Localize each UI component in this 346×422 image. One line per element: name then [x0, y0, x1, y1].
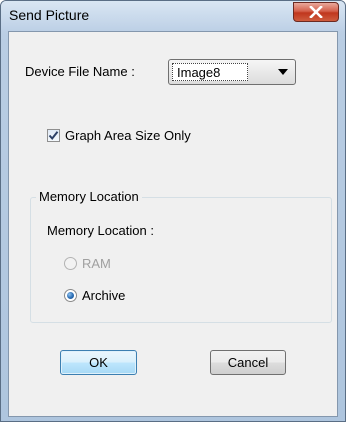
cancel-button-label: Cancel	[227, 355, 269, 370]
memory-location-group-title: Memory Location	[36, 189, 142, 204]
send-picture-dialog: Send Picture Device File Name : Image8 G…	[0, 0, 346, 422]
cancel-button[interactable]: Cancel	[210, 350, 286, 375]
graph-area-size-only-checkbox[interactable]	[47, 129, 60, 142]
ram-radio	[64, 257, 77, 270]
title-bar[interactable]: Send Picture	[1, 1, 345, 31]
checkmark-icon	[48, 131, 59, 141]
radio-selected-dot	[67, 292, 74, 299]
chevron-down-icon	[278, 69, 288, 75]
dropdown-focus-area: Image8	[172, 63, 248, 81]
dialog-title: Send Picture	[9, 7, 90, 23]
archive-radio-label[interactable]: Archive	[82, 288, 125, 303]
ram-radio-label: RAM	[82, 256, 111, 271]
device-file-name-dropdown[interactable]: Image8	[168, 59, 296, 85]
device-file-name-label: Device File Name :	[25, 64, 135, 79]
archive-radio[interactable]	[64, 289, 77, 302]
close-button[interactable]	[293, 2, 339, 22]
dropdown-selected-value: Image8	[177, 65, 221, 80]
dialog-body: Device File Name : Image8 Graph Area Siz…	[8, 31, 338, 417]
ok-button-label: OK	[89, 355, 108, 370]
memory-location-label: Memory Location :	[47, 223, 154, 238]
graph-area-size-only-label[interactable]: Graph Area Size Only	[65, 128, 191, 143]
close-x-icon	[309, 6, 323, 18]
ok-button[interactable]: OK	[60, 350, 137, 375]
